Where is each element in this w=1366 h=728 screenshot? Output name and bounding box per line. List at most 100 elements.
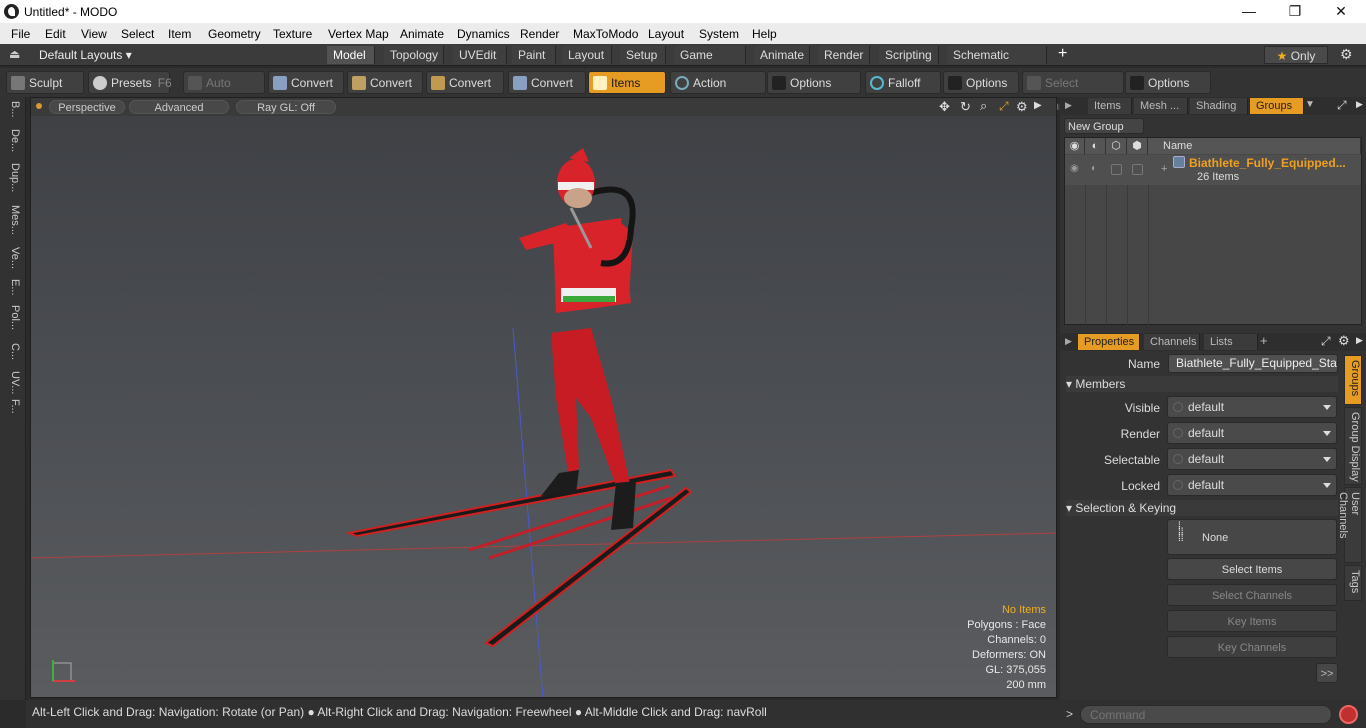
tab-render[interactable]: Render: [818, 46, 870, 64]
left-tab-fusion[interactable]: F...: [3, 399, 21, 414]
expand-panel-icon[interactable]: ⤢: [1337, 98, 1347, 113]
menu-vertex-map[interactable]: Vertex Map: [328, 27, 389, 41]
tab-animate[interactable]: Animate: [754, 46, 810, 64]
selectable-dropdown[interactable]: default: [1167, 448, 1337, 470]
menu-help[interactable]: Help: [752, 27, 777, 41]
tab-groups[interactable]: Groups: [1250, 98, 1304, 114]
selection-set-none-button[interactable]: ⁞ ⁞⁞ ⁞⁞ None: [1167, 519, 1337, 555]
visible-dropdown[interactable]: default: [1167, 396, 1337, 418]
convert-edges-button[interactable]: Convert: [347, 71, 423, 94]
left-tab-vertex[interactable]: Ve...: [3, 247, 21, 269]
falloff-button[interactable]: Falloff: [865, 71, 941, 94]
tab-setup[interactable]: Setup: [620, 46, 666, 64]
tab-items[interactable]: Items: [1088, 98, 1132, 114]
menu-texture[interactable]: Texture: [273, 27, 312, 41]
convert-polygons-button[interactable]: Convert: [426, 71, 504, 94]
sculpt-button[interactable]: Sculpt: [6, 71, 84, 94]
panel-arrow-icon[interactable]: ▶: [1065, 336, 1072, 347]
group-row[interactable]: ◉ ◐ + Biathlete_Fully_Equipped... 26 Ite…: [1065, 155, 1361, 185]
menu-dynamics[interactable]: Dynamics: [457, 27, 510, 41]
menu-item[interactable]: Item: [168, 27, 191, 41]
group-lock-checkbox[interactable]: [1111, 164, 1122, 175]
tab-topology[interactable]: Topology: [384, 46, 444, 64]
action-center-button[interactable]: Action Center: [670, 71, 766, 113]
lock-col-icon[interactable]: ⬡: [1106, 138, 1127, 154]
tab-lists[interactable]: Lists: [1204, 334, 1258, 350]
left-tab-uv[interactable]: UV...: [3, 371, 21, 394]
command-record-icon[interactable]: [1339, 705, 1358, 724]
only-toggle[interactable]: ★ Only: [1264, 46, 1328, 64]
gear-icon[interactable]: ⚙: [1340, 46, 1353, 63]
convert-vertices-button[interactable]: Convert: [268, 71, 344, 94]
tabs-dropdown-icon[interactable]: ▼: [1305, 99, 1315, 110]
locked-dropdown[interactable]: default: [1167, 474, 1337, 496]
presets-button[interactable]: Presets F6: [88, 71, 172, 94]
tab-shading[interactable]: Shading: [1190, 98, 1248, 114]
3d-viewport[interactable]: Perspective Advanced Ray GL: Off ✥ ↻ ⌕ ⤢…: [30, 97, 1057, 698]
command-input[interactable]: [1080, 705, 1332, 724]
left-tab-mesh-edit[interactable]: Mes...: [3, 205, 21, 235]
visibility-col-icon[interactable]: ◉: [1065, 138, 1085, 154]
members-section-header[interactable]: ▾ Members: [1066, 376, 1338, 392]
side-tab-user-channels[interactable]: User Channels: [1337, 487, 1362, 563]
falloff-options-button[interactable]: Options: [943, 71, 1019, 94]
close-button[interactable]: ✕: [1318, 0, 1364, 23]
menu-edit[interactable]: Edit: [45, 27, 66, 41]
tab-model[interactable]: Model: [327, 46, 375, 64]
tab-schematic-fusion[interactable]: Schematic Fusion: [947, 46, 1047, 80]
default-layouts-dropdown[interactable]: Default Layouts ▾: [39, 48, 132, 62]
menu-select[interactable]: Select: [121, 27, 154, 41]
side-tab-groups[interactable]: Groups: [1344, 355, 1362, 405]
add-tab-button[interactable]: +: [1058, 45, 1067, 63]
menu-layout[interactable]: Layout: [648, 27, 684, 41]
side-tab-tags[interactable]: Tags: [1344, 565, 1362, 601]
items-mode-button[interactable]: Items: [588, 71, 666, 94]
selection-keying-section-header[interactable]: ▾ Selection & Keying: [1066, 500, 1338, 516]
expand-plus-icon[interactable]: +: [1161, 163, 1167, 175]
menu-view[interactable]: View: [81, 27, 107, 41]
key-items-button[interactable]: Key Items: [1167, 610, 1337, 632]
layout-arrow-icon[interactable]: ⏏: [9, 47, 20, 61]
panel-menu-arrow-icon[interactable]: ▶: [1356, 335, 1363, 346]
action-center-options-button[interactable]: Options: [767, 71, 861, 94]
select-items-button[interactable]: Select Items: [1167, 558, 1337, 580]
tab-mesh[interactable]: Mesh ...: [1134, 98, 1188, 114]
new-group-button[interactable]: New Group: [1064, 118, 1144, 134]
menu-maxtomodo[interactable]: MaxToModo: [573, 27, 638, 41]
menu-render[interactable]: Render: [520, 27, 559, 41]
tab-paint[interactable]: Paint: [512, 46, 556, 64]
convert-materials-button[interactable]: Convert: [508, 71, 586, 94]
panel-settings-icon[interactable]: ⚙: [1338, 333, 1350, 349]
panel-arrow-icon[interactable]: ▶: [1065, 100, 1072, 111]
name-field[interactable]: Biathlete_Fully_Equipped_Standi: [1168, 354, 1338, 373]
menu-geometry[interactable]: Geometry: [208, 27, 261, 41]
menu-animate[interactable]: Animate: [400, 27, 444, 41]
auto-select-button[interactable]: Auto Select: [183, 71, 265, 113]
menu-system[interactable]: System: [699, 27, 739, 41]
left-tab-curve[interactable]: C...: [3, 343, 21, 360]
left-tab-deform[interactable]: De...: [3, 129, 21, 152]
select-col-icon[interactable]: ⬢: [1127, 138, 1148, 154]
panel-menu-arrow-icon[interactable]: ▶: [1356, 99, 1363, 110]
render-dropdown[interactable]: default: [1167, 422, 1337, 444]
minimize-button[interactable]: —: [1226, 0, 1272, 23]
tab-layout[interactable]: Layout: [562, 46, 612, 64]
left-tab-basic[interactable]: B...: [3, 101, 21, 118]
select-through-options-button[interactable]: Options: [1125, 71, 1211, 94]
left-tab-edge[interactable]: E...: [3, 279, 21, 296]
expand-panel-icon[interactable]: ⤢: [1321, 334, 1331, 349]
key-channels-button[interactable]: Key Channels: [1167, 636, 1337, 658]
left-tab-duplicate[interactable]: Dup...: [3, 163, 21, 192]
group-render-icon[interactable]: ◐: [1091, 163, 1097, 174]
more-button[interactable]: >>: [1316, 663, 1338, 683]
tab-properties[interactable]: Properties: [1078, 334, 1140, 350]
tab-scripting[interactable]: Scripting: [879, 46, 939, 64]
render-col-icon[interactable]: ◐: [1085, 138, 1106, 154]
add-tab-icon[interactable]: +: [1260, 333, 1268, 348]
select-channels-button[interactable]: Select Channels: [1167, 584, 1337, 606]
maximize-button[interactable]: ❐: [1272, 0, 1318, 23]
tab-channels[interactable]: Channels: [1144, 334, 1200, 350]
tab-uvedit[interactable]: UVEdit: [453, 46, 507, 64]
side-tab-group-display[interactable]: Group Display: [1344, 407, 1362, 485]
menu-file[interactable]: File: [11, 27, 30, 41]
